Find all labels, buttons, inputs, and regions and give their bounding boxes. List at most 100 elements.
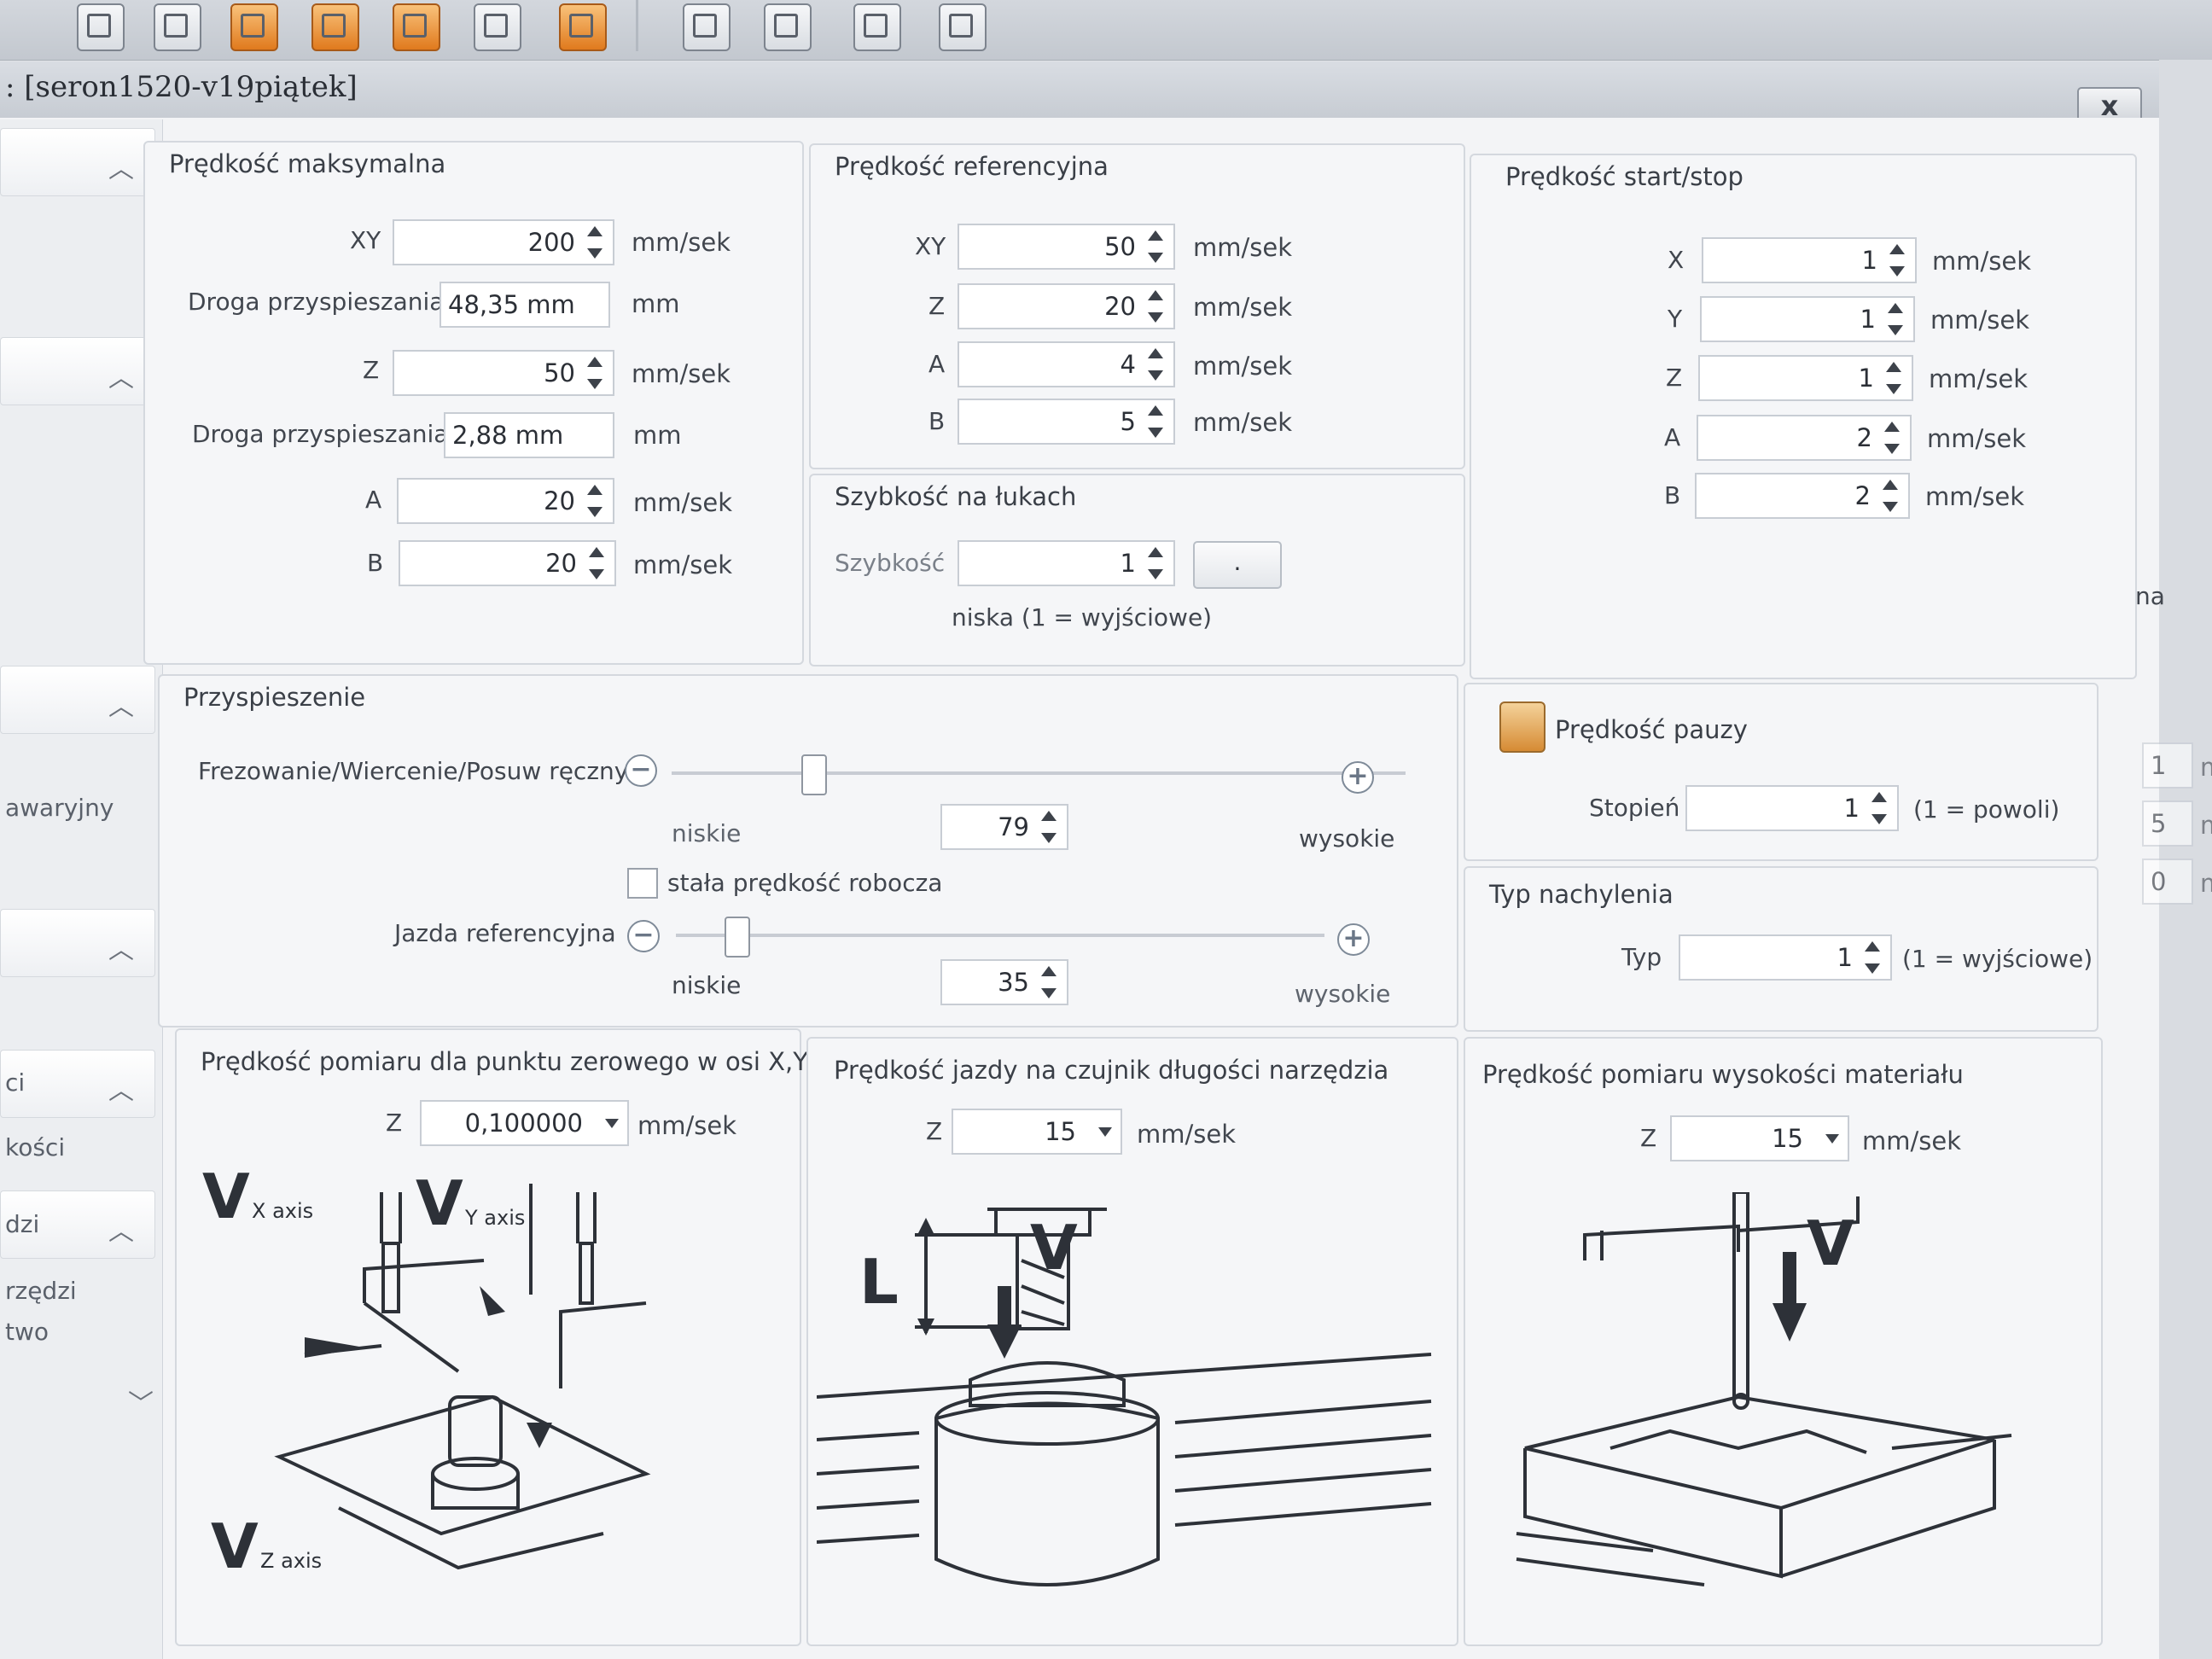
dropdown-arrow-icon[interactable] xyxy=(605,1119,619,1128)
startstop-z-spinner[interactable]: 1 xyxy=(1698,355,1913,401)
ramp-type-spinner[interactable]: 1 xyxy=(1679,934,1892,981)
spin-arrows-icon[interactable] xyxy=(1038,807,1060,847)
max-speed-z-spinner[interactable]: 50 xyxy=(393,350,614,396)
ref-speed-a-spinner[interactable]: 4 xyxy=(958,341,1175,387)
arc-speed-browse-button[interactable]: . xyxy=(1193,541,1282,589)
offscreen-field-2[interactable]: 5 xyxy=(2142,800,2193,847)
spin-arrows-icon[interactable] xyxy=(584,481,606,521)
referencing-accel-spinner[interactable]: 35 xyxy=(940,959,1068,1005)
increase-icon[interactable]: + xyxy=(1337,923,1370,956)
spin-arrows-icon[interactable] xyxy=(1886,241,1908,280)
unit-label: mm xyxy=(632,289,680,318)
spin-arrows-icon[interactable] xyxy=(1879,476,1901,515)
spin-arrows-icon[interactable] xyxy=(1038,963,1060,1002)
sidebar-section-3[interactable]: ︿ xyxy=(0,666,155,734)
toolbar-tool-icon-10[interactable] xyxy=(939,3,987,51)
sidebar-item-dzi[interactable]: dzi xyxy=(5,1210,39,1238)
toolbar-tool-icon-7[interactable] xyxy=(683,3,731,51)
referencing-accel-slider-thumb[interactable] xyxy=(725,917,750,958)
spin-arrows-icon[interactable] xyxy=(1884,300,1906,339)
ramp-type-note: (1 = wyjściowe) xyxy=(1902,945,2093,973)
dialog-titlebar: : [seron1520-v19piątek] x xyxy=(0,61,2168,126)
milling-accel-slider-thumb[interactable] xyxy=(801,754,828,795)
decrease-icon[interactable]: − xyxy=(625,754,657,787)
sidebar: ︿ ︿ ︿ awaryjny ︿ ︿ ci kości ︿ dzi rzędzi… xyxy=(0,119,163,1659)
spin-arrows-icon[interactable] xyxy=(584,353,606,393)
ref-speed-b-spinner[interactable]: 5 xyxy=(958,399,1175,445)
unit-label: mm/sek xyxy=(1927,424,2027,453)
sidebar-item-two[interactable]: two xyxy=(5,1318,49,1346)
material-height-z-combo[interactable]: 15 xyxy=(1670,1115,1849,1161)
toolbar-separator xyxy=(636,0,638,51)
dropdown-arrow-icon[interactable] xyxy=(1825,1134,1839,1144)
increase-icon[interactable]: + xyxy=(1342,761,1374,794)
pause-degree-spinner[interactable]: 1 xyxy=(1685,785,1899,831)
sidebar-section-4[interactable]: ︿ xyxy=(0,909,155,977)
panel-title: Prędkość jazdy na czujnik długości narzę… xyxy=(834,1056,1389,1085)
panel-title: Prędkość referencyjna xyxy=(835,152,1109,181)
offscreen-field-3[interactable]: 0 xyxy=(2142,859,2193,905)
milling-accel-spinner[interactable]: 79 xyxy=(940,804,1068,850)
material-height-probe-panel: Prędkość pomiaru wysokości materiału Z 1… xyxy=(1464,1037,2103,1646)
toolbar-stop-icon[interactable] xyxy=(559,3,607,51)
sidebar-item-awaryjny[interactable]: awaryjny xyxy=(5,794,114,822)
referencing-accel-label: Jazda referencyjna xyxy=(394,919,616,947)
unit-label: mm/sek xyxy=(632,359,731,388)
sidebar-section-2[interactable]: ︿ xyxy=(0,337,155,405)
spin-arrows-icon[interactable] xyxy=(1883,358,1905,398)
dropdown-arrow-icon[interactable] xyxy=(1098,1127,1112,1137)
toolbar-tool-icon-2[interactable] xyxy=(154,3,201,51)
constant-speed-checkbox[interactable] xyxy=(627,868,658,899)
spin-arrows-icon[interactable] xyxy=(1144,544,1167,583)
spin-arrows-icon[interactable] xyxy=(1881,418,1903,457)
arc-speed-spinner[interactable]: 1 xyxy=(958,540,1175,586)
ref-speed-xy-spinner[interactable]: 50 xyxy=(958,224,1175,270)
milling-accel-slider-track[interactable] xyxy=(672,771,1406,775)
slider-high-label: wysokie xyxy=(1295,980,1391,1008)
unit-label: mm/sek xyxy=(1929,364,2029,393)
max-speed-a-spinner[interactable]: 20 xyxy=(397,478,614,524)
unit-label: mm/sek xyxy=(633,550,733,579)
sidebar-item-rzedzi[interactable]: rzędzi xyxy=(5,1277,77,1305)
spin-arrows-icon[interactable] xyxy=(1144,345,1167,384)
unit-label: mm xyxy=(633,421,682,450)
max-speed-b-spinner[interactable]: 20 xyxy=(399,540,616,586)
referencing-accel-slider-track[interactable] xyxy=(676,934,1324,937)
offscreen-field-1[interactable]: 1 xyxy=(2142,742,2193,789)
tool-sensor-z-combo[interactable]: 15 xyxy=(952,1109,1122,1155)
chevron-up-icon: ︿ xyxy=(108,154,134,184)
spin-arrows-icon[interactable] xyxy=(1144,287,1167,326)
sidebar-item-kosci[interactable]: kości xyxy=(5,1133,65,1161)
startstop-y-spinner[interactable]: 1 xyxy=(1700,296,1915,342)
toolbar-tool-icon-6[interactable] xyxy=(474,3,521,51)
spin-arrows-icon[interactable] xyxy=(1861,938,1883,977)
max-speed-xy-spinner[interactable]: 200 xyxy=(393,219,614,265)
pause-speed-panel: Prędkość pauzy Stopień 1 (1 = powoli) xyxy=(1464,683,2098,861)
toolbar-tool-icon-3[interactable] xyxy=(230,3,278,51)
toolbar xyxy=(0,0,2212,61)
sidebar-item-ci[interactable]: ci xyxy=(5,1068,25,1097)
zero-point-probe-illustration: V X axis V Y axis V Z axis xyxy=(202,1167,651,1582)
toolbar-tool-icon-8[interactable] xyxy=(764,3,812,51)
spin-arrows-icon[interactable] xyxy=(1144,402,1167,441)
spin-arrows-icon[interactable] xyxy=(1144,227,1167,266)
accel-distance-label: Droga przyspieszania xyxy=(192,420,449,448)
startstop-x-spinner[interactable]: 1 xyxy=(1702,237,1917,283)
toolbar-tool-icon-1[interactable] xyxy=(77,3,125,51)
spin-arrows-icon[interactable] xyxy=(1868,789,1890,828)
startstop-b-spinner[interactable]: 2 xyxy=(1695,473,1910,519)
sidebar-section-1[interactable]: ︿ xyxy=(0,128,155,196)
spin-arrows-icon[interactable] xyxy=(585,544,608,583)
pause-icon xyxy=(1499,701,1545,753)
startstop-a-spinner[interactable]: 2 xyxy=(1697,415,1912,461)
decrease-icon[interactable]: − xyxy=(627,920,660,952)
vx-sub-label: X axis xyxy=(252,1199,313,1223)
spin-arrows-icon[interactable] xyxy=(584,223,606,262)
constant-speed-label: stała prędkość robocza xyxy=(667,869,943,897)
zero-probe-z-combo[interactable]: 0,100000 xyxy=(420,1100,629,1146)
toolbar-tool-icon-4[interactable] xyxy=(311,3,359,51)
toolbar-tool-icon-9[interactable] xyxy=(853,3,901,51)
toolbar-tool-icon-5[interactable] xyxy=(393,3,440,51)
pause-degree-label: Stopień xyxy=(1589,794,1680,822)
ref-speed-z-spinner[interactable]: 20 xyxy=(958,283,1175,329)
